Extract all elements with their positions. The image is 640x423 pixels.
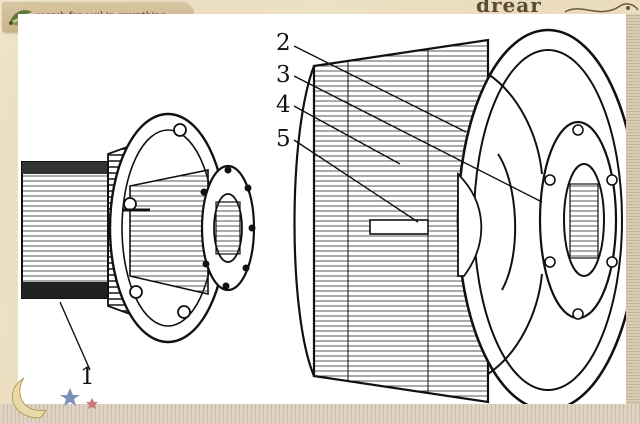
crescent-moon-icon bbox=[11, 377, 98, 419]
label-2: 2 bbox=[276, 30, 291, 56]
pump-assembly-drawing: 2 3 4 5 1 bbox=[21, 28, 626, 408]
star-icon bbox=[60, 388, 80, 406]
label-5: 5 bbox=[276, 126, 291, 152]
pump-diagram-figure: 2 3 4 5 1 bbox=[18, 14, 626, 408]
label-4: 4 bbox=[276, 92, 291, 118]
star-icon bbox=[86, 398, 98, 409]
shaft-hub-assembly bbox=[21, 112, 256, 344]
side-border bbox=[626, 14, 640, 408]
label-3: 3 bbox=[276, 62, 291, 88]
impeller-casing bbox=[293, 28, 626, 408]
